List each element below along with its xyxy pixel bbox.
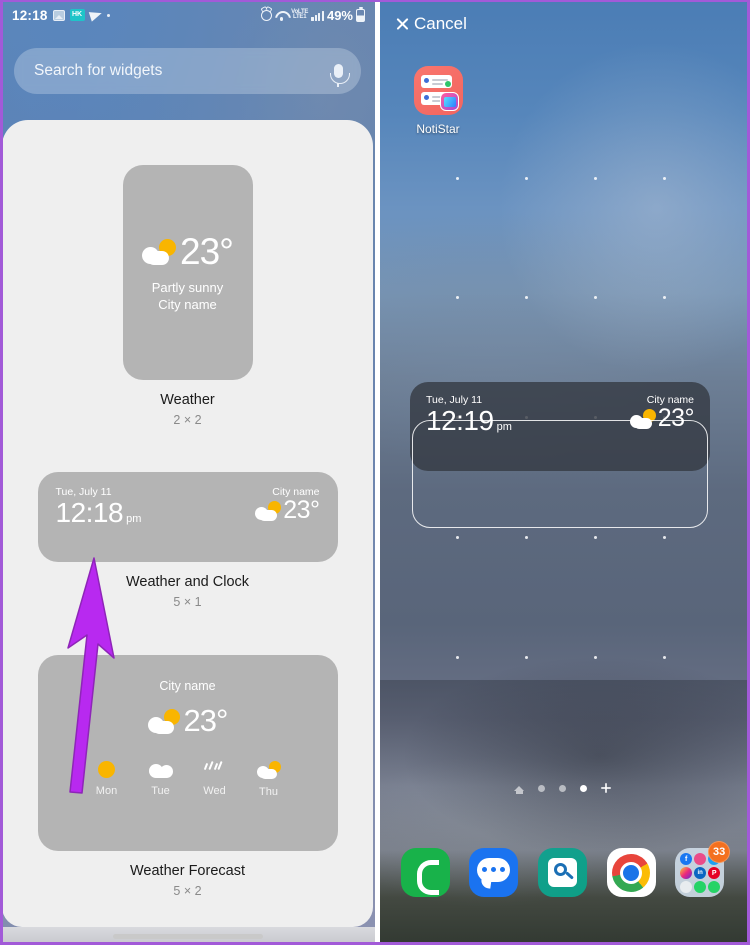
more-dot-icon (106, 13, 110, 17)
forecast-day: Tue (146, 761, 176, 798)
app-badge-icon: HK (69, 9, 85, 21)
page-indicator (375, 783, 750, 794)
social-folder-icon[interactable]: f in P 33 (675, 841, 731, 897)
widget-name: Weather (160, 392, 215, 408)
status-bar: 12:18 HK VoLTE LTE1 49% (0, 0, 375, 30)
microphone-icon[interactable] (329, 64, 350, 87)
panel-divider (375, 0, 380, 945)
home-page-icon[interactable] (514, 785, 524, 794)
page-dot-active[interactable] (580, 784, 587, 792)
weather-clock-time: 12:18 (55, 496, 124, 528)
messages-icon[interactable] (469, 848, 519, 897)
widget-resize-frame[interactable] (412, 420, 708, 528)
forecast-day: Mon (92, 761, 122, 798)
widget-size: 5 × 1 (173, 595, 202, 609)
weather-now-row: 23° (142, 231, 234, 272)
screenshot-root: 12:18 HK VoLTE LTE1 49% Search for widget… (0, 0, 750, 945)
finder-search-icon[interactable] (537, 848, 587, 897)
chrome-icon[interactable] (606, 848, 656, 897)
home-app-notistar[interactable]: NotiStar (399, 66, 477, 136)
wifi-icon (275, 10, 288, 21)
forecast-days: Mon Tue Wed Thu (38, 760, 338, 798)
battery-icon (356, 6, 365, 22)
volte-icon: VoLTE LTE1 (291, 9, 309, 20)
sunny-icon (98, 761, 115, 778)
weather-clock-weather: 23° (255, 496, 320, 529)
partly-sunny-icon (255, 500, 282, 521)
forecast-now: 23° (38, 703, 338, 739)
cancel-button[interactable]: Cancel (395, 14, 467, 34)
plus-icon[interactable] (601, 783, 611, 793)
partly-sunny-icon (142, 238, 177, 265)
forecast-temperature: 23° (183, 703, 229, 738)
widget-size: 5 × 2 (173, 884, 202, 898)
status-bar-left: 12:18 HK (12, 8, 110, 23)
weather-clock-ampm: pm (126, 512, 142, 525)
battery-percent: 49% (326, 7, 353, 23)
weather-temperature: 23° (180, 231, 234, 272)
weather-widget-preview[interactable]: 23° Partly sunny City name (122, 165, 253, 380)
widget-option-weather[interactable]: 23° Partly sunny City name Weather 2 × 2 (2, 165, 373, 427)
widget-list-sheet[interactable]: 2 × 2 23° Partly sunny Ci (2, 120, 373, 927)
signal-icon (311, 10, 324, 21)
widget-picker-screen: 12:18 HK VoLTE LTE1 49% Search for widget… (0, 0, 375, 945)
weather-clock-temperature: 23° (283, 496, 320, 524)
status-clock: 12:18 (12, 7, 48, 23)
widget-option-weather-forecast[interactable]: City name 23° Mon Tue Wed Thu Weather Fo… (2, 655, 373, 898)
close-icon (395, 17, 410, 32)
page-dot[interactable] (538, 784, 545, 792)
notification-badge: 33 (708, 841, 731, 863)
weather-clock-time-group: 12:18 pm (56, 497, 142, 529)
weather-city: City name (158, 297, 217, 312)
cloudy-icon (148, 761, 173, 778)
forecast-city: City name (159, 679, 216, 693)
cancel-label: Cancel (414, 14, 467, 33)
page-dot[interactable] (559, 784, 566, 792)
alarm-icon (261, 9, 273, 21)
weather-clock-body: 12:18 pm 23° (56, 496, 321, 529)
widget-name: Weather and Clock (125, 574, 250, 590)
phone-icon[interactable] (400, 848, 450, 897)
forecast-day-label: Mon (95, 785, 118, 797)
partly-sunny-icon (147, 708, 180, 734)
dock: f in P 33 (375, 841, 750, 897)
home-screen-placement: Cancel NotiStar Tue, July 11 City name 1… (375, 0, 750, 945)
weather-condition: Partly sunny (151, 280, 224, 295)
app-label: NotiStar (416, 122, 460, 136)
search-placeholder: Search for widgets (34, 62, 163, 79)
widget-list: 2 × 2 23° Partly sunny Ci (2, 120, 373, 927)
weather-forecast-widget-preview[interactable]: City name 23° Mon Tue Wed Thu (37, 655, 338, 851)
widget-name: Weather Forecast (130, 863, 245, 879)
forecast-day-label: Wed (203, 785, 226, 797)
forecast-day: Thu (254, 761, 284, 798)
forecast-day-label: Thu (259, 786, 278, 798)
forecast-day: Wed (200, 760, 230, 798)
forecast-day-label: Tue (151, 785, 170, 797)
status-bar-right: VoLTE LTE1 49% (261, 6, 365, 23)
notistar-app-icon (413, 66, 463, 115)
home-indicator[interactable] (112, 934, 263, 939)
widget-option-weather-and-clock[interactable]: Tue, July 11 City name 12:18 pm 23° Weat… (2, 472, 373, 609)
search-input[interactable]: Search for widgets (14, 48, 361, 94)
telegram-icon (88, 8, 103, 22)
widget-size: 2 × 2 (173, 413, 202, 427)
rainy-icon (203, 760, 226, 778)
photos-icon (52, 9, 65, 21)
partly-sunny-icon (256, 761, 281, 779)
weather-clock-widget-preview[interactable]: Tue, July 11 City name 12:18 pm 23° (37, 472, 338, 562)
